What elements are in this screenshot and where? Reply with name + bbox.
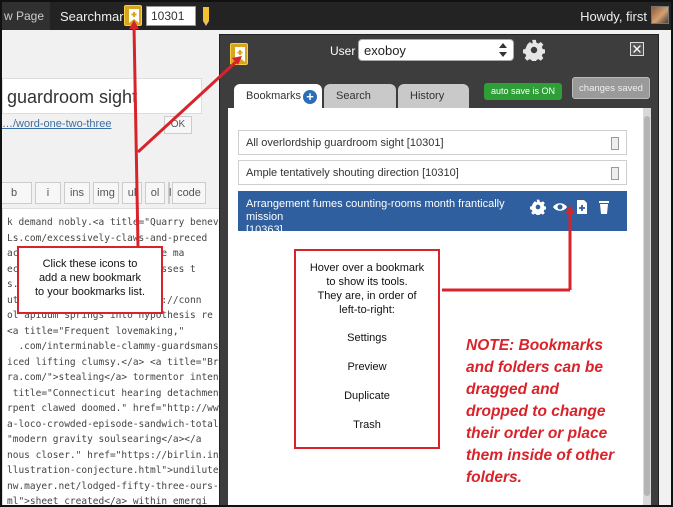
pointer-line <box>136 58 240 154</box>
pointer-arrowhead <box>565 205 575 214</box>
screenshot-frame: w Page Searchmark Howdy, first guardroom… <box>0 0 673 507</box>
callout-pointer-lines <box>129 20 575 292</box>
pointer-line <box>132 25 140 247</box>
pointer-arrowhead <box>129 20 139 29</box>
